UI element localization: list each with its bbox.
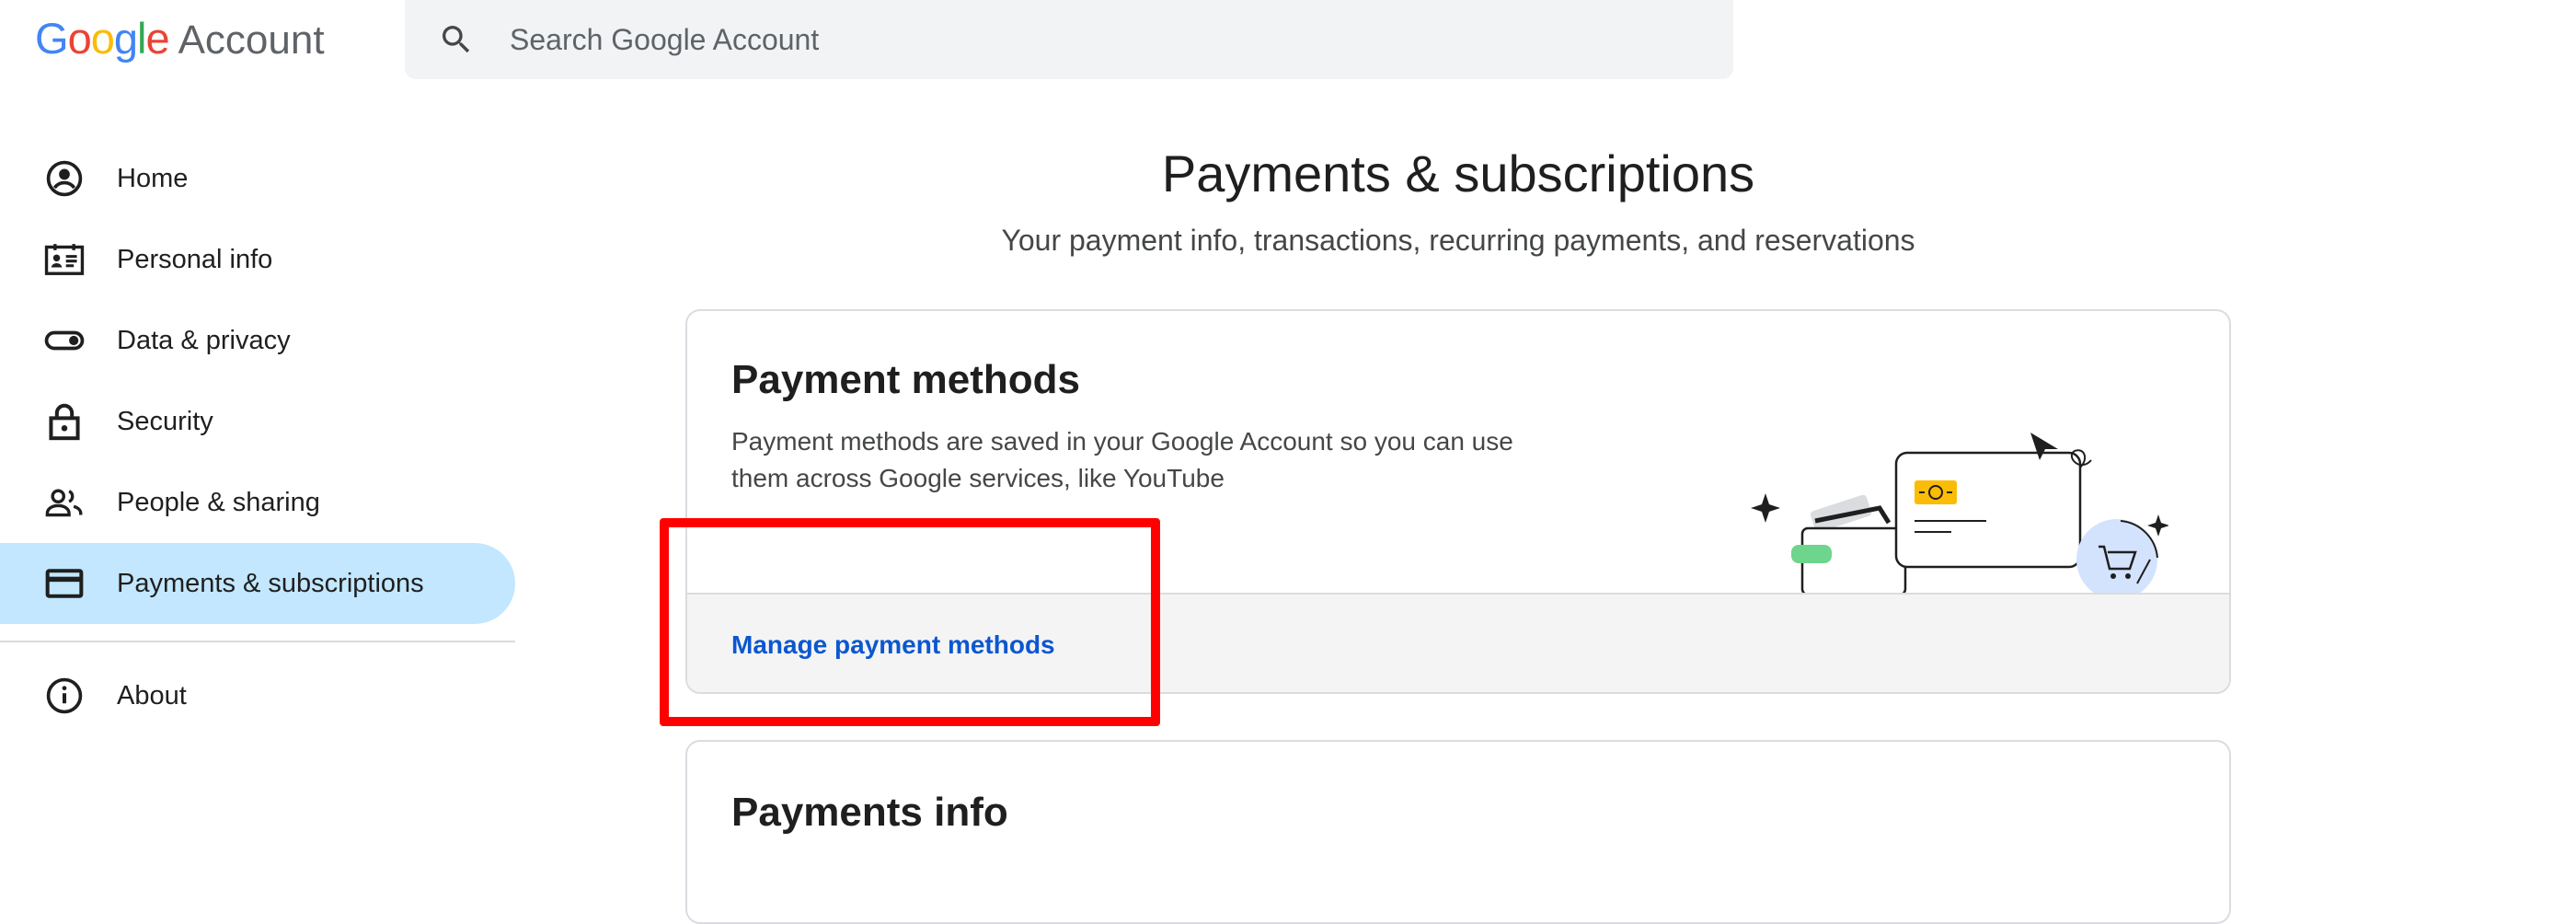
sidebar-item-data-privacy[interactable]: Data & privacy xyxy=(0,300,515,381)
sidebar-item-label: Data & privacy xyxy=(117,325,291,355)
card-description: Payment methods are saved in your Google… xyxy=(731,427,1513,492)
sidebar-item-home[interactable]: Home xyxy=(0,138,515,219)
sidebar-item-label: Security xyxy=(117,406,213,436)
people-icon xyxy=(44,482,85,523)
card-footer: Manage payment methods xyxy=(687,593,2229,692)
payment-methods-card: Payment methods Payment methods are save… xyxy=(685,309,2231,694)
credit-card-icon xyxy=(44,563,85,604)
search-icon[interactable] xyxy=(438,21,475,58)
sidebar-item-label: People & sharing xyxy=(117,487,320,517)
sidebar-item-label: Payments & subscriptions xyxy=(117,568,424,598)
sidebar-item-people-sharing[interactable]: People & sharing xyxy=(0,462,515,543)
main-content: Payments & subscriptions Your payment in… xyxy=(685,138,2231,258)
card-title: Payment methods xyxy=(731,357,1080,402)
toggle-icon xyxy=(44,320,85,361)
search-input[interactable]: Search Google Account xyxy=(510,23,819,57)
sidebar-nav: Home Personal info Data & privacy Securi… xyxy=(0,138,515,736)
account-circle-icon xyxy=(44,158,85,199)
manage-payment-methods-link[interactable]: Manage payment methods xyxy=(731,630,1055,660)
payment-illustration xyxy=(1751,433,2168,600)
sidebar-item-security[interactable]: Security xyxy=(0,381,515,462)
account-wordmark: Account xyxy=(178,17,325,63)
info-icon xyxy=(44,676,85,716)
sidebar-item-about[interactable]: About xyxy=(0,655,515,736)
page-subtitle: Your payment info, transactions, recurri… xyxy=(1001,224,1915,257)
sidebar-item-label: Personal info xyxy=(117,244,273,274)
search-bar[interactable]: Search Google Account xyxy=(405,0,1733,79)
page-title: Payments & subscriptions xyxy=(1161,144,1755,202)
sidebar-divider xyxy=(0,641,515,642)
card-title: Payments info xyxy=(731,790,1008,835)
sidebar-item-label: About xyxy=(117,680,187,710)
sidebar-item-payments-subscriptions[interactable]: Payments & subscriptions xyxy=(0,543,515,624)
top-bar: Google Account Search Google Account xyxy=(0,0,2576,88)
payments-info-card: Payments info xyxy=(685,740,2231,924)
google-account-logo[interactable]: Google Account xyxy=(35,13,325,63)
google-wordmark: Google xyxy=(35,14,170,63)
sidebar-item-personal-info[interactable]: Personal info xyxy=(0,219,515,300)
id-card-icon xyxy=(44,239,85,280)
lock-icon xyxy=(44,401,85,442)
sidebar-item-label: Home xyxy=(117,163,189,193)
